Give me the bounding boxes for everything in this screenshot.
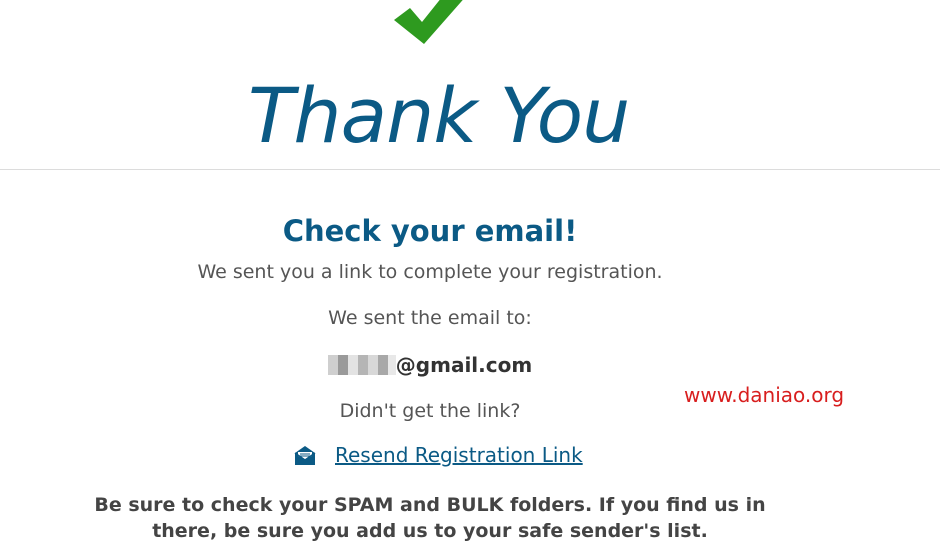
section-divider bbox=[0, 169, 940, 170]
sent-link-message: We sent you a link to complete your regi… bbox=[197, 261, 663, 283]
redacted-email-username bbox=[327, 355, 396, 375]
thank-you-title: Thank You bbox=[248, 71, 630, 160]
recipient-email: @gmail.com bbox=[0, 351, 860, 379]
spam-folder-notice: Be sure to check your SPAM and BULK fold… bbox=[94, 494, 766, 542]
watermark-text: www.daniao.org bbox=[684, 383, 845, 407]
sent-to-label: We sent the email to: bbox=[328, 307, 532, 329]
email-domain: @gmail.com bbox=[395, 353, 533, 377]
open-envelope-icon bbox=[294, 446, 316, 465]
checkmark-icon bbox=[394, 0, 463, 44]
check-email-heading: Check your email! bbox=[282, 214, 578, 248]
resend-registration-row[interactable]: Resend Registration Link bbox=[293, 443, 583, 467]
registration-confirmation-page: Thank You Check your email! We sent you … bbox=[0, 0, 940, 555]
resend-registration-link[interactable]: Resend Registration Link bbox=[335, 443, 583, 467]
